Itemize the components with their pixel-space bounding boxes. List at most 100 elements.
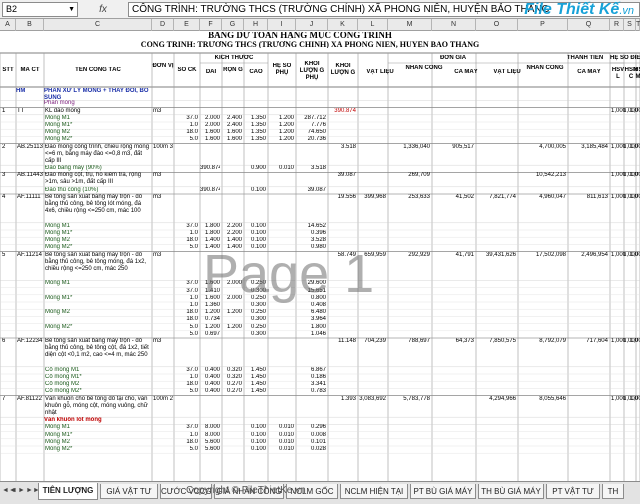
sheet-tab-8[interactable]: PT VẬT TƯ [546, 484, 600, 499]
header-ten-cong-tac: TÊN CÔNG TÁC [75, 67, 121, 73]
row-khoi-luong-phu: 15.651 [307, 287, 326, 294]
row-cao: 0.900 [250, 165, 266, 172]
sheet-tab-7[interactable]: TH BÙ GIÁ MÁY [478, 484, 544, 499]
row-dai: 0.400 [204, 381, 220, 388]
row-khoi-luong-phu: 287.712 [304, 114, 326, 121]
row-dai: 2.000 [204, 114, 220, 121]
column-header-f[interactable]: F [200, 19, 222, 31]
column-header-j[interactable]: J [296, 19, 328, 31]
row-cao: 0.100 [250, 446, 266, 452]
tab-scroll-2-icon[interactable]: ► [18, 487, 25, 494]
row-rong: 2.400 [226, 122, 242, 128]
sheet-tab-9[interactable]: TH [602, 484, 624, 499]
row-cm2: 2,496,954 [581, 251, 608, 258]
row-rong: 2.200 [226, 222, 242, 229]
sheet-tab-5[interactable]: NCLM HIỆN TẠI [340, 484, 408, 499]
row-so-ck: 1.0 [189, 122, 198, 128]
row-dai: 0.400 [204, 388, 220, 395]
column-header-q[interactable]: Q [568, 19, 610, 31]
column-header-i[interactable]: I [268, 19, 296, 31]
header-he-so-dieu-chinh: HỆ SỐ ĐIỀU CHỈNH [610, 55, 640, 61]
row-cao: 0.100 [250, 186, 266, 193]
row-nc2: 8,792,079 [539, 338, 566, 344]
row-he-so: 1.200 [278, 129, 294, 136]
column-header-a[interactable]: A [0, 19, 16, 31]
row-hm-title: PHẦN XỬ LÝ MÓNG + THAY ĐỔI, BỔ SUNG [44, 88, 149, 101]
row-rong: 1.400 [226, 237, 242, 244]
column-header-g[interactable]: G [222, 19, 244, 31]
row-hm-code: HM [16, 88, 26, 94]
row-nc: 292,929 [408, 251, 430, 258]
row-sub-name: Móng M2* [45, 323, 73, 330]
row-sub-name: Móng M1 [45, 424, 71, 431]
row-khoi-luong: 39.087 [337, 172, 356, 179]
row-cao: 0.100 [250, 431, 266, 438]
row-khoi-luong: 58.749 [337, 251, 356, 258]
row-dai: 0.697 [204, 330, 220, 337]
row-hscm: 1,000 [630, 194, 640, 200]
row-stt: 3 [2, 172, 6, 179]
column-header-h[interactable]: H [244, 19, 268, 31]
row-so-ck: 18.0 [186, 237, 198, 244]
row-hscm: 1,000 [630, 338, 640, 344]
fx-icon[interactable]: fx [78, 4, 128, 15]
tab-scroll-1-icon[interactable]: ◄ [10, 487, 17, 494]
row-khoi-luong-phu: 0.296 [310, 424, 326, 431]
row-dai: 1.600 [204, 294, 220, 301]
row-don-vi: m3 [153, 194, 162, 200]
row-dai: 8.000 [204, 424, 220, 431]
row-sub-name: Móng M2* [45, 244, 73, 251]
row-so-ck: 18.0 [186, 438, 198, 445]
column-header-n[interactable]: N [432, 19, 476, 31]
column-header-o[interactable]: O [476, 19, 518, 31]
row-don-vi: 100m 3 [153, 143, 174, 150]
row-dai: 1.360 [204, 302, 220, 308]
column-header-e[interactable]: E [174, 19, 200, 31]
row-nc2: 4,700,005 [539, 143, 566, 150]
column-header-d[interactable]: D [152, 19, 174, 31]
column-header-c[interactable]: C [44, 19, 152, 31]
row-khoi-luong: 3.518 [340, 143, 356, 150]
column-header-m[interactable]: M [388, 19, 432, 31]
row-so-ck: 1.0 [189, 302, 198, 308]
row-cao: 0.300 [250, 330, 266, 337]
column-header-b[interactable]: B [16, 19, 44, 31]
row-rong: 0.270 [226, 388, 242, 395]
row-nc: 788,697 [408, 338, 430, 344]
row-hscm: 1,000 [630, 395, 640, 402]
row-cm: 41,791 [455, 251, 474, 258]
row-nc2: 17,502,098 [535, 251, 566, 258]
row-so-ck: 18.0 [186, 381, 198, 388]
sheet-tab-1[interactable]: GIÁ VẬT TƯ [100, 484, 158, 499]
column-header-k[interactable]: K [328, 19, 358, 31]
row-dai: 1.400 [204, 244, 220, 251]
sheet-tab-6[interactable]: PT BÙ GIÁ MÁY [410, 484, 476, 499]
sheet-tab-0[interactable]: TIÊN LƯỢNG [38, 483, 98, 500]
row-dai: 1.400 [204, 237, 220, 244]
column-header-p[interactable]: P [518, 19, 568, 31]
column-header-r[interactable]: R [610, 19, 624, 31]
row-he-so: 0.010 [278, 438, 294, 445]
spreadsheet-grid[interactable]: BẢNG DỰ TOÁN HẠNG MỤC CÔNG TRÌNH CÔNG TRÌ… [0, 31, 640, 481]
column-header-t[interactable]: T [636, 19, 640, 31]
row-khoi-luong-phu: 0.800 [310, 294, 326, 301]
row-khoi-luong-phu: 6.867 [310, 366, 326, 373]
row-khoi-luong: 19.556 [337, 194, 356, 200]
row-ten-cong-tac: Bê tông sản xuất bằng máy trộn - đổ bằng… [45, 194, 143, 214]
row-so-ck: 5.0 [189, 330, 198, 337]
name-box[interactable]: B2 ▼ [2, 1, 78, 17]
row-he-so: 0.010 [278, 431, 294, 438]
row-so-ck: 1.0 [189, 431, 198, 438]
chevron-down-icon[interactable]: ▼ [68, 3, 75, 16]
row-rong: 0.270 [226, 381, 242, 388]
column-header-s[interactable]: S [624, 19, 636, 31]
row-hscm: 1,000 [630, 251, 640, 258]
row-cm2: 3,185,484 [581, 143, 608, 150]
row-cm2: 811,613 [586, 194, 608, 200]
row-so-ck: 5.0 [189, 244, 198, 251]
row-nc2: 8,055,646 [539, 395, 566, 402]
row-dai: 2.000 [204, 122, 220, 128]
column-header-l[interactable]: L [358, 19, 388, 31]
row-cao: 1.450 [250, 381, 266, 388]
row-so-ck: 1.0 [189, 294, 198, 301]
